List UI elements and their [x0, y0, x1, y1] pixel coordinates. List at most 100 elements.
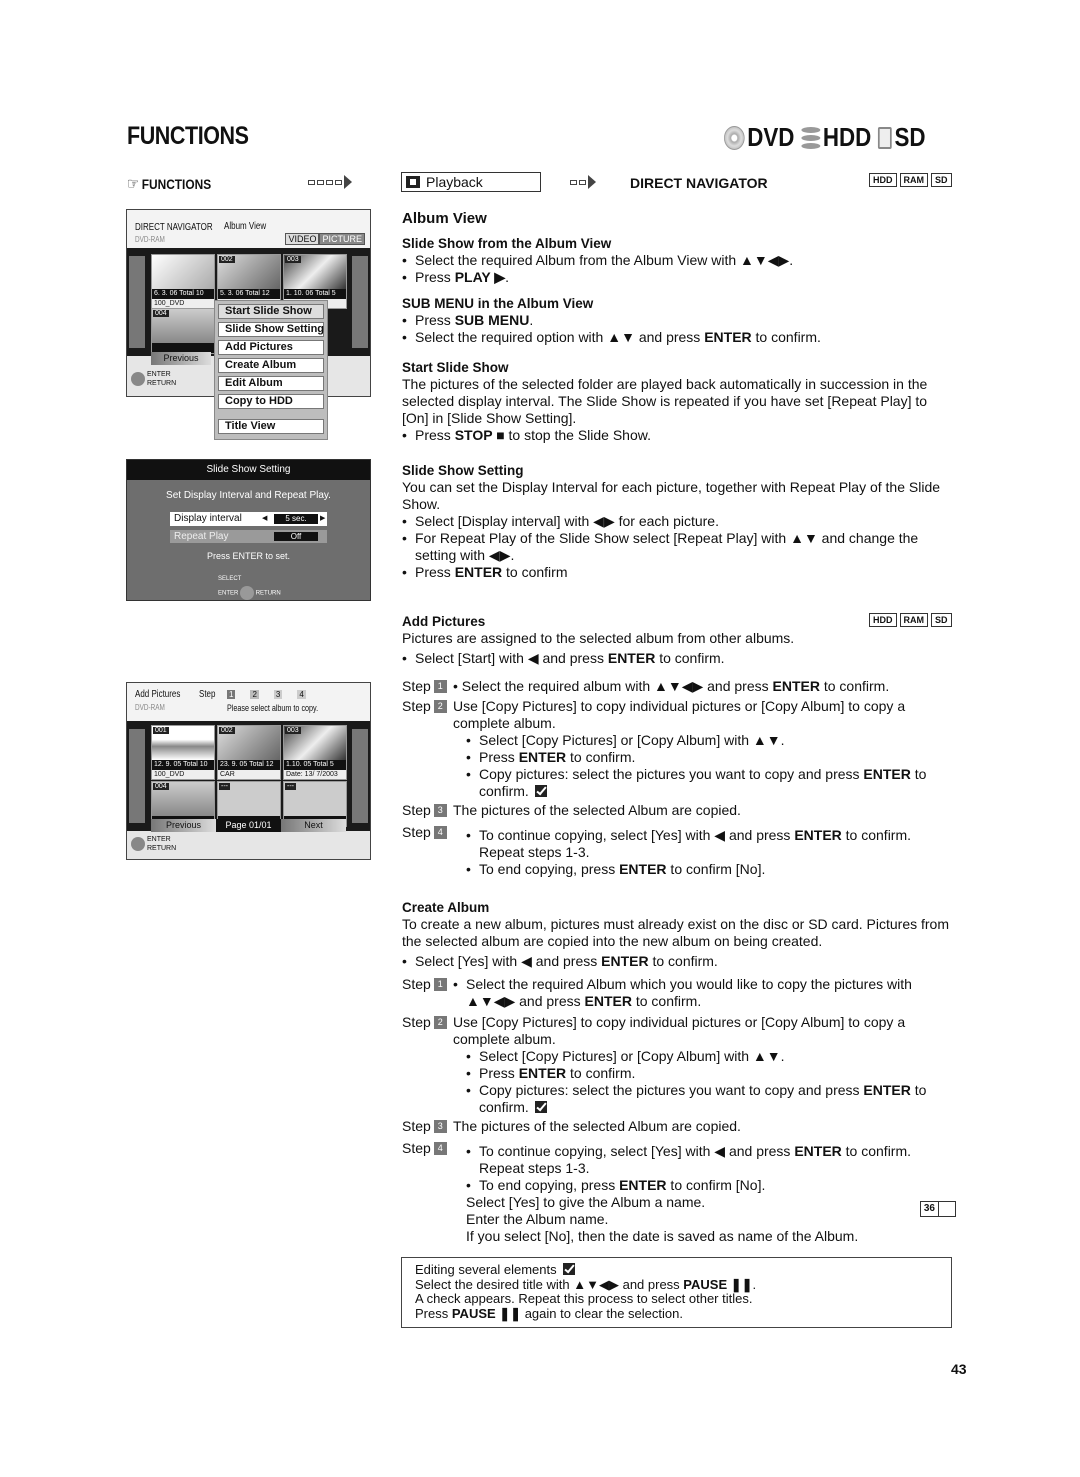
thumb-image: --- — [218, 782, 280, 816]
right-scroll[interactable] — [352, 729, 368, 823]
album-thumb[interactable]: 6. 3. 06 Total 10 100_DVD — [151, 254, 215, 309]
osd-disc: DVD-RAM — [135, 235, 165, 244]
page-title: FUNCTIONS — [127, 122, 249, 150]
thumb-meta: 1. 10. 06 Total 5 — [284, 289, 346, 299]
repeat-play-label: Repeat Play — [174, 531, 229, 542]
menu-item-add-pictures[interactable]: Add Pictures — [218, 340, 324, 355]
return-label: RETURN — [147, 380, 177, 387]
thumb-name: Date: 13/ 7/2003 — [284, 770, 346, 779]
bullet: Select [Copy Pictures] or [Copy Album] w… — [466, 1048, 954, 1065]
bullet: Select [Start] with ◀ and press ENTER to… — [402, 650, 954, 667]
subsection-heading: Start Slide Show — [402, 360, 509, 375]
tab-picture[interactable]: PICTURE — [319, 233, 365, 245]
album-thumb[interactable]: 001 12. 9. 05 Total 10 100_DVD — [151, 725, 215, 780]
osd-disc: DVD-RAM — [135, 703, 165, 712]
remote-control-icon — [131, 372, 145, 386]
thumb-num: 003 — [285, 727, 301, 734]
media-dvd-label: DVD — [747, 122, 795, 152]
menu-item-slide-show-setting[interactable]: Slide Show Setting — [218, 322, 324, 337]
pointing-hand-icon: ☞ — [127, 176, 140, 193]
thumb-num: 004 — [153, 310, 169, 317]
osd-view: Album View — [224, 221, 267, 232]
pagination: Previous Page 01/01 Next — [151, 819, 346, 832]
step-indicator: 4 — [297, 690, 306, 699]
thumb-image: 002 — [218, 726, 280, 760]
note-box: Editing several elements Select the desi… — [401, 1257, 952, 1328]
playback-icon — [406, 176, 420, 188]
step-number-icon: 4 — [433, 826, 447, 839]
badge-ram: RAM — [899, 173, 928, 187]
step-3: Step 3 The pictures of the selected Album… — [402, 802, 741, 818]
thumb-name: 100_DVD — [152, 299, 214, 308]
thumb-num: 002 — [219, 256, 235, 263]
dashed-arrow-icon — [570, 175, 596, 189]
media-dvd: DVD — [724, 122, 794, 153]
previous-button[interactable]: Previous — [151, 352, 211, 365]
subsection-heading: Slide Show Setting — [402, 463, 524, 478]
menu-item-title-view[interactable]: Title View — [218, 419, 324, 434]
right-arrow-icon[interactable]: ▶ — [320, 512, 325, 526]
paragraph: Enter the Album name. — [466, 1211, 609, 1227]
note-title: Editing several elements — [415, 1262, 938, 1278]
media-sd-label: SD — [894, 122, 926, 152]
tab-video[interactable]: VIDEO — [285, 233, 320, 245]
bullet: To end copying, press ENTER to confirm [… — [466, 1177, 954, 1194]
left-scroll[interactable] — [129, 256, 145, 348]
media-hdd-label: HDD — [822, 122, 872, 152]
thumb-image: 001 — [152, 726, 214, 760]
osd-title: Add Pictures — [135, 689, 181, 700]
breadcrumb-functions: ☞ FUNCTIONS — [127, 174, 211, 194]
media-badges: HDD RAM SD — [869, 173, 952, 187]
repeat-play-value: Off — [274, 532, 318, 541]
paragraph: Pictures are assigned to the selected al… — [402, 630, 795, 646]
instruction: Please select album to copy. — [227, 703, 319, 713]
step-indicator: 3 — [273, 690, 283, 699]
enter-label: ENTER — [147, 371, 171, 378]
breadcrumb-playback-label: Playback — [426, 174, 483, 190]
screen-add-pictures: Add Pictures Step 1 2 3 4 DVD-RAM Please… — [126, 682, 371, 860]
album-thumb[interactable]: 002 23. 9. 05 Total 12 CAR — [217, 725, 281, 780]
checkmark-icon — [534, 1101, 547, 1113]
checkmark-icon — [534, 785, 547, 797]
paragraph: Select [Yes] to give the Album a name. — [466, 1194, 706, 1210]
thumb-name: CAR — [218, 770, 280, 779]
remote-control-icon — [240, 586, 255, 600]
subsection-heading: Slide Show from the Album View — [402, 236, 612, 251]
menu-item-edit-album[interactable]: Edit Album — [218, 376, 324, 391]
osd-title: DIRECT NAVIGATOR — [135, 222, 213, 233]
left-arrow-icon[interactable]: ◀ — [262, 512, 267, 526]
album-grid: 001 12. 9. 05 Total 10 100_DVD 002 23. 9… — [127, 721, 370, 831]
thumb-meta: 5. 3. 06 Total 12 — [218, 289, 280, 299]
menu-item-copy-to-hdd[interactable]: Copy to HDD — [218, 394, 324, 409]
thumb-meta: 12. 9. 05 Total 10 — [152, 760, 214, 770]
repeat-play-row[interactable]: Repeat Play Off — [170, 530, 327, 543]
sss-subtitle: Set Display Interval and Repeat Play. — [166, 490, 331, 501]
step-2-details: Select [Copy Pictures] or [Copy Album] w… — [402, 1048, 954, 1116]
step-4: Step4 To continue copying, select [Yes] … — [402, 824, 954, 878]
note-line: A check appears. Repeat this process to … — [415, 1291, 753, 1306]
next-button[interactable]: Next — [281, 819, 346, 832]
page-number: 43 — [951, 1361, 967, 1377]
album-thumb[interactable]: 003 1.10. 05 Total 5 Date: 13/ 7/2003 — [283, 725, 347, 780]
bullet: Press ENTER to confirm. — [466, 749, 954, 766]
page-reference[interactable]: 36 — [919, 1201, 956, 1217]
menu-item-create-album[interactable]: Create Album — [218, 358, 324, 373]
step-1: Step 1 • Select the required album with ▲… — [402, 678, 890, 694]
step-4: Step4 To continue copying, select [Yes] … — [402, 1140, 956, 1245]
select-label: SELECT — [218, 576, 242, 582]
right-scroll[interactable] — [352, 256, 368, 348]
left-scroll[interactable] — [129, 729, 145, 823]
bullet: To continue copying, select [Yes] with ◀… — [466, 827, 911, 861]
menu-item-start-slide-show[interactable]: Start Slide Show — [218, 304, 324, 319]
breadcrumb-functions-label: FUNCTIONS — [141, 176, 212, 192]
subsection-heading: SUB MENU in the Album View — [402, 296, 594, 311]
album-thumb[interactable]: 004 — [151, 308, 215, 354]
thumb-meta: 23. 9. 05 Total 12 — [218, 760, 280, 770]
previous-button[interactable]: Previous — [151, 819, 216, 832]
display-interval-row[interactable]: Display interval ◀ 5 sec. ▶ — [170, 512, 327, 526]
return-label: RETURN — [147, 845, 177, 852]
bullet: Copy pictures: select the pictures you w… — [466, 1082, 954, 1116]
display-interval-label: Display interval — [174, 513, 242, 524]
bullet: Press SUB MENU. — [402, 312, 954, 329]
thumb-name: 100_DVD — [152, 770, 214, 779]
